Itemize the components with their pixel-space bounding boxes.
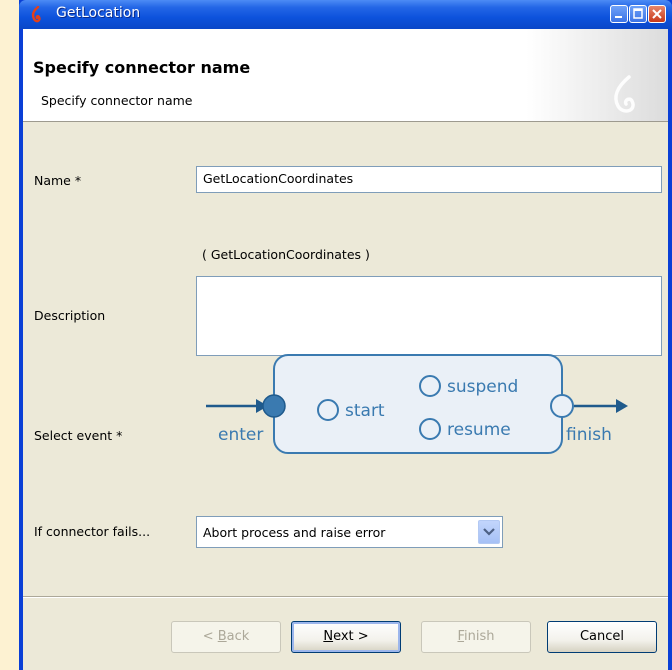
title-bar[interactable]: GetLocation	[19, 0, 672, 29]
cancel-button[interactable]: Cancel	[547, 621, 657, 653]
finish-radio[interactable]	[550, 394, 574, 418]
description-input[interactable]	[196, 276, 662, 356]
name-label: Name *	[34, 173, 82, 188]
wizard-client-area: Specify connector name Specify connector…	[23, 29, 668, 670]
brand-watermark-icon	[614, 75, 635, 113]
back-prefix: <	[202, 629, 218, 644]
button-bar-separator	[23, 596, 668, 598]
back-button[interactable]: < Back	[171, 621, 281, 653]
chevron-down-icon	[483, 528, 495, 536]
fail-action-select[interactable]: Abort process and raise error	[196, 516, 503, 548]
suspend-label: suspend	[447, 377, 518, 397]
enter-radio[interactable]	[262, 394, 286, 418]
back-mnemonic: B	[217, 629, 227, 644]
enter-label: enter	[218, 425, 263, 445]
next-mnemonic: N	[323, 629, 334, 644]
next-button[interactable]: Next >	[291, 621, 401, 653]
resume-label: resume	[447, 420, 511, 440]
close-icon	[652, 9, 662, 19]
suspend-radio[interactable]	[419, 375, 441, 397]
start-radio[interactable]	[317, 399, 339, 421]
finish-label: finish	[566, 425, 612, 445]
page-subtitle: Specify connector name	[41, 93, 193, 108]
maximize-icon	[633, 8, 643, 19]
name-preview: ( GetLocationCoordinates )	[202, 247, 370, 262]
event-label: Select event *	[34, 428, 123, 443]
minimize-button[interactable]	[610, 5, 628, 23]
close-button[interactable]	[648, 5, 666, 23]
next-label-rest: ext >	[333, 629, 369, 644]
connector-wizard-window: GetLocation Specify connector name Speci…	[19, 0, 672, 670]
description-label: Description	[34, 308, 106, 323]
maximize-button[interactable]	[629, 5, 647, 23]
finish-button[interactable]: Finish	[421, 621, 531, 653]
page-title: Specify connector name	[33, 58, 251, 77]
resume-radio[interactable]	[419, 418, 441, 440]
name-input[interactable]: GetLocationCoordinates	[196, 166, 662, 193]
event-selector-diagram[interactable]: enter start suspend resume finish	[198, 352, 638, 464]
finish-label-rest: inish	[464, 629, 495, 644]
app-logo-icon	[31, 6, 41, 23]
dropdown-button[interactable]	[478, 520, 500, 544]
fail-action-value: Abort process and raise error	[203, 525, 386, 540]
back-label-rest: ack	[226, 629, 250, 644]
minimize-icon	[615, 16, 622, 18]
finish-arrowhead-icon	[616, 399, 628, 413]
start-label: start	[345, 401, 385, 421]
wizard-header: Specify connector name Specify connector…	[23, 29, 668, 122]
window-title: GetLocation	[56, 5, 141, 21]
fail-label: If connector fails...	[34, 524, 151, 539]
